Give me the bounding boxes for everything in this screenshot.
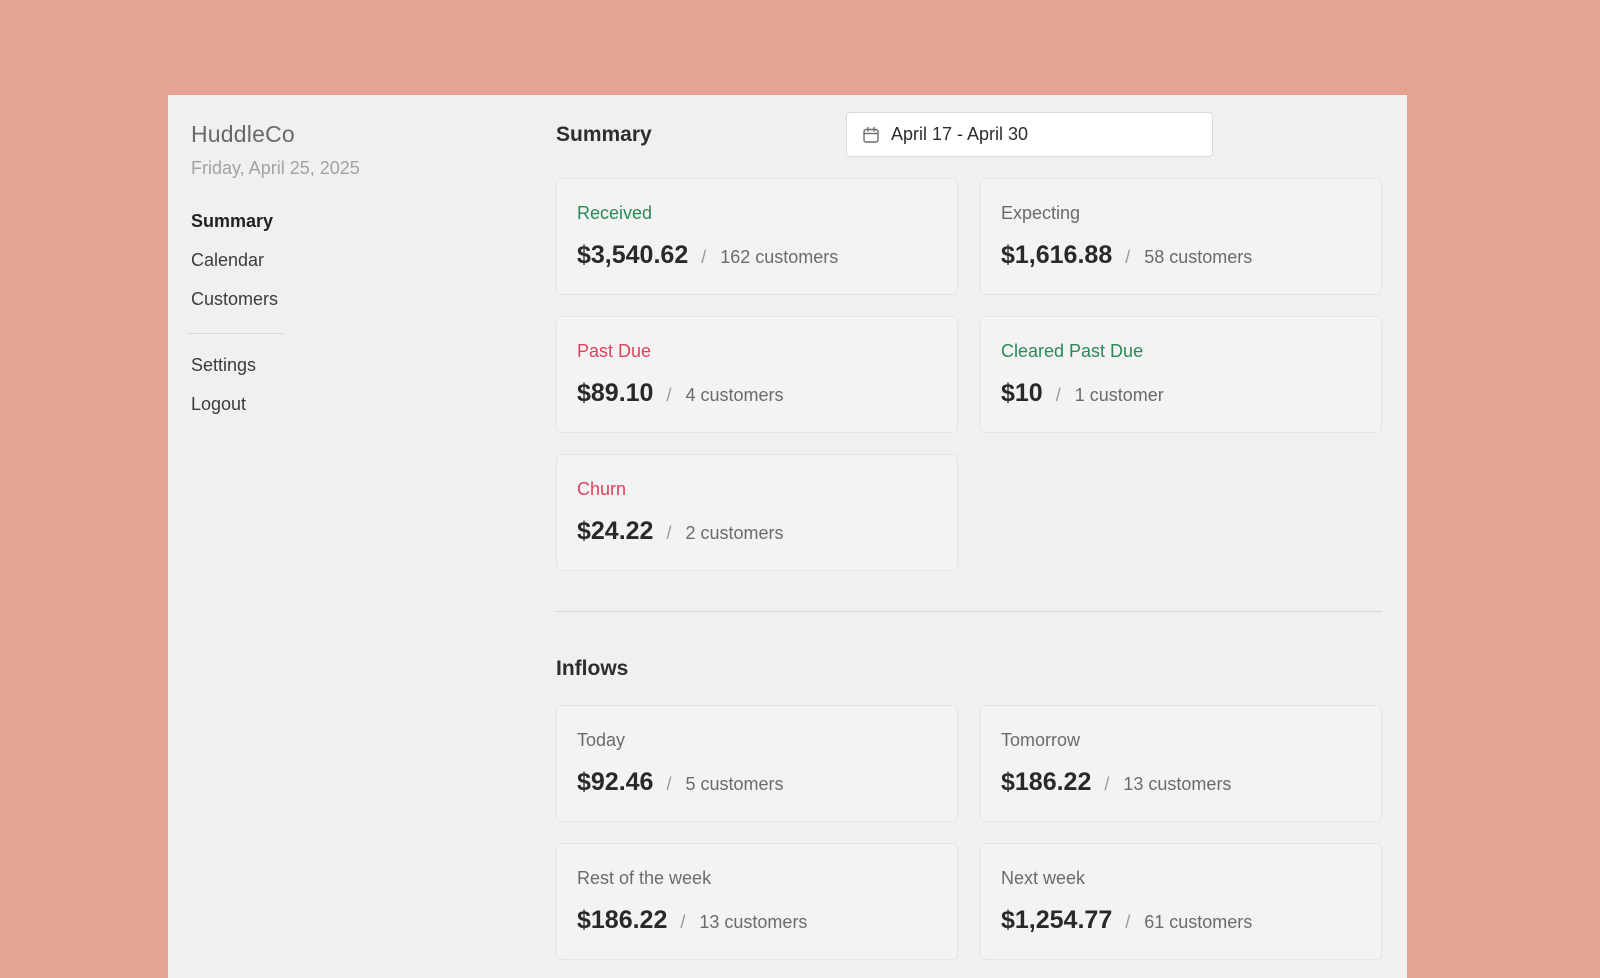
section-divider [556, 611, 1382, 612]
card-customer-count: 2 customers [685, 523, 784, 543]
primary-nav: Summary Calendar Customers [191, 210, 278, 327]
card-separator: / [1104, 774, 1110, 794]
nav-item-summary[interactable]: Summary [191, 210, 278, 249]
card-label: Rest of the week [577, 868, 712, 888]
nav-divider [187, 333, 284, 334]
main-content: Summary April 17 - April 30 Received $3,… [556, 95, 1407, 978]
card-amount: $3,540.62 [577, 241, 689, 269]
card-separator: / [666, 523, 672, 543]
card-separator: / [666, 385, 672, 405]
card-separator: / [680, 912, 686, 932]
card-customer-count: 162 customers [720, 247, 839, 267]
card-separator: / [701, 247, 707, 267]
date-range-picker[interactable]: April 17 - April 30 [846, 112, 1213, 157]
card-label: Churn [577, 479, 627, 499]
card-customer-count: 58 customers [1144, 247, 1253, 267]
card-customer-count: 13 customers [1123, 774, 1232, 794]
app-window: HuddleCo Friday, April 25, 2025 Summary … [168, 95, 1407, 978]
nav-item-calendar[interactable]: Calendar [191, 249, 278, 288]
inflow-card-next-week[interactable]: Next week $1,254.77 / 61 customers [980, 843, 1382, 960]
card-customer-count: 13 customers [699, 912, 808, 932]
sidebar: HuddleCo Friday, April 25, 2025 Summary … [168, 95, 548, 978]
date-range-value: April 17 - April 30 [891, 124, 1029, 144]
summary-card-received[interactable]: Received $3,540.62 / 162 customers [556, 178, 958, 295]
card-amount: $186.22 [1001, 768, 1092, 796]
nav-item-customers[interactable]: Customers [191, 288, 278, 327]
summary-title: Summary [556, 123, 652, 146]
nav-item-settings[interactable]: Settings [191, 354, 256, 393]
summary-card-churn[interactable]: Churn $24.22 / 2 customers [556, 454, 958, 571]
summary-card-cleared-past-due[interactable]: Cleared Past Due $10 / 1 customer [980, 316, 1382, 433]
card-value-row: $186.22 / 13 customers [577, 906, 807, 935]
card-customer-count: 5 customers [685, 774, 784, 794]
card-customer-count: 1 customer [1074, 385, 1164, 405]
current-date: Friday, April 25, 2025 [191, 158, 360, 178]
inflows-title: Inflows [556, 657, 629, 680]
card-value-row: $92.46 / 5 customers [577, 768, 784, 797]
card-value-row: $1,254.77 / 61 customers [1001, 906, 1252, 935]
card-amount: $24.22 [577, 517, 654, 545]
inflow-card-today[interactable]: Today $92.46 / 5 customers [556, 705, 958, 822]
card-customer-count: 4 customers [685, 385, 784, 405]
brand-name: HuddleCo [191, 121, 295, 147]
card-amount: $1,616.88 [1001, 241, 1113, 269]
card-amount: $89.10 [577, 379, 654, 407]
card-amount: $186.22 [577, 906, 668, 934]
card-value-row: $24.22 / 2 customers [577, 517, 784, 546]
card-separator: / [666, 774, 672, 794]
card-label: Next week [1001, 868, 1086, 888]
card-value-row: $1,616.88 / 58 customers [1001, 241, 1252, 270]
summary-card-past-due[interactable]: Past Due $89.10 / 4 customers [556, 316, 958, 433]
card-value-row: $10 / 1 customer [1001, 379, 1164, 408]
card-separator: / [1125, 247, 1131, 267]
card-label: Cleared Past Due [1001, 341, 1144, 361]
card-amount: $1,254.77 [1001, 906, 1113, 934]
inflow-card-rest-of-week[interactable]: Rest of the week $186.22 / 13 customers [556, 843, 958, 960]
summary-card-expecting[interactable]: Expecting $1,616.88 / 58 customers [980, 178, 1382, 295]
card-label: Tomorrow [1001, 730, 1081, 750]
card-customer-count: 61 customers [1144, 912, 1253, 932]
card-value-row: $89.10 / 4 customers [577, 379, 784, 408]
card-separator: / [1125, 912, 1131, 932]
card-amount: $10 [1001, 379, 1043, 407]
card-label: Past Due [577, 341, 652, 361]
card-value-row: $186.22 / 13 customers [1001, 768, 1231, 797]
inflow-card-tomorrow[interactable]: Tomorrow $186.22 / 13 customers [980, 705, 1382, 822]
card-label: Received [577, 203, 653, 223]
card-label: Today [577, 730, 626, 750]
nav-item-logout[interactable]: Logout [191, 393, 256, 432]
secondary-nav: Settings Logout [191, 354, 256, 432]
card-separator: / [1055, 385, 1061, 405]
calendar-icon [863, 126, 879, 143]
card-value-row: $3,540.62 / 162 customers [577, 241, 838, 270]
card-amount: $92.46 [577, 768, 654, 796]
card-label: Expecting [1001, 203, 1081, 223]
